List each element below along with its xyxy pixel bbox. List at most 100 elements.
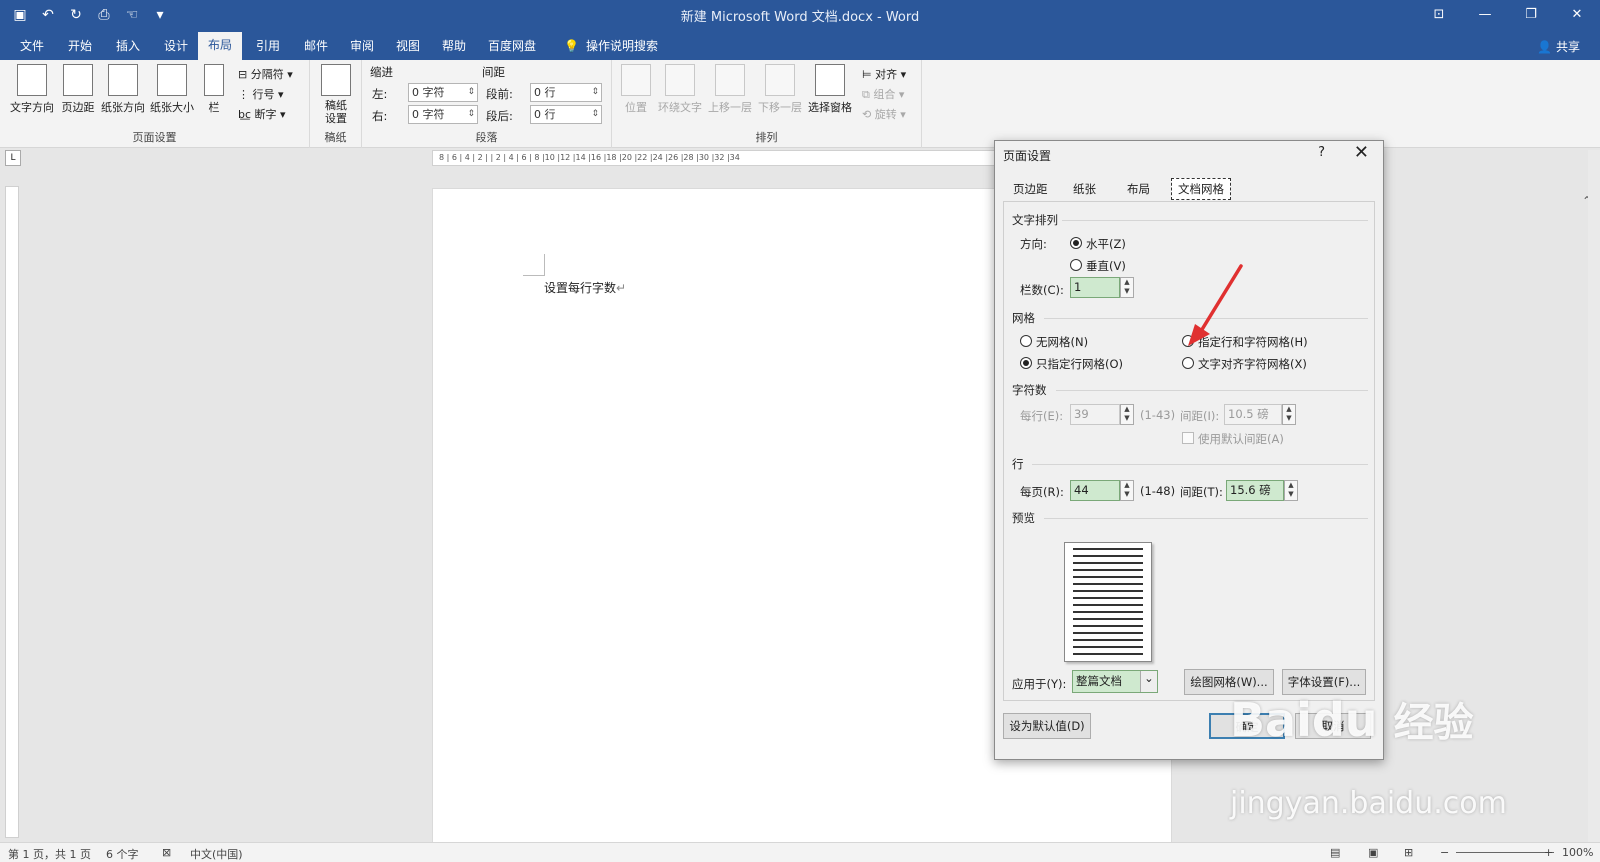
chars-title: 字符数 <box>1012 383 1047 397</box>
tab-layout-dialog[interactable]: 布局 <box>1121 179 1156 201</box>
bring-forward-button[interactable]: 上移一层 <box>706 64 754 115</box>
document-text-content: 设置每行字数 <box>544 281 617 295</box>
ribbon-display-icon[interactable]: ⊡ <box>1416 0 1462 30</box>
tab-document-grid[interactable]: 文档网格 <box>1171 178 1231 200</box>
zoom-in-icon[interactable]: + <box>1544 846 1553 859</box>
columns-button[interactable]: 栏 <box>202 64 226 115</box>
lines-only-grid-radio[interactable] <box>1020 357 1032 369</box>
margins-label: 页边距 <box>61 101 95 114</box>
no-grid-radio[interactable] <box>1020 335 1032 347</box>
lines-only-grid-label[interactable]: 只指定行网格(O) <box>1036 356 1123 372</box>
proofing-icon[interactable]: ⊠ <box>162 846 171 859</box>
apply-to-select[interactable]: 整篇文档 <box>1072 670 1158 693</box>
tab-design[interactable]: 设计 <box>160 35 192 60</box>
group-button[interactable]: ⧉ 组合 ▾ <box>862 86 904 102</box>
selection-pane-button[interactable]: 选择窗格 <box>806 64 854 115</box>
text-direction-icon <box>17 64 47 96</box>
tab-insert[interactable]: 插入 <box>112 35 144 60</box>
close-icon[interactable]: ✕ <box>1354 142 1369 163</box>
web-layout-icon[interactable]: ⊞ <box>1404 846 1413 859</box>
breaks-label: 分隔符 <box>250 68 284 81</box>
tab-view[interactable]: 视图 <box>392 35 424 60</box>
send-backward-button[interactable]: 下移一层 <box>756 64 804 115</box>
close-window-icon[interactable]: ✕ <box>1554 0 1600 30</box>
tab-references[interactable]: 引用 <box>252 35 284 60</box>
help-icon[interactable]: ? <box>1318 145 1325 160</box>
indent-label: 缩进 <box>370 65 393 79</box>
per-line-input[interactable]: 39 <box>1070 404 1120 425</box>
tab-review[interactable]: 审阅 <box>346 35 378 60</box>
divider <box>1056 390 1368 391</box>
tab-help[interactable]: 帮助 <box>438 35 470 60</box>
page-preview <box>1064 542 1152 662</box>
spacing-before-input[interactable]: 0 行 <box>530 83 602 102</box>
zoom-slider[interactable] <box>1456 852 1554 853</box>
line-pitch-input[interactable]: 15.6 磅 <box>1226 480 1284 501</box>
restore-icon[interactable]: ❐ <box>1508 0 1554 30</box>
horizontal-ruler[interactable]: 8 | 6 | 4 | 2 | | 2 | 4 | 6 | 8 |10 |12 … <box>432 150 1010 166</box>
horizontal-radio[interactable] <box>1070 237 1082 249</box>
columns-count-input[interactable]: 1 <box>1070 277 1120 298</box>
indent-right-label: 右: <box>372 109 388 123</box>
per-page-input[interactable]: 44 <box>1070 480 1120 501</box>
read-mode-icon[interactable]: ▤ <box>1330 846 1340 859</box>
rotate-button[interactable]: ⟲ 旋转 ▾ <box>862 106 906 122</box>
per-page-spinner[interactable]: ▲ ▼ <box>1120 480 1134 501</box>
tab-margins[interactable]: 页边距 <box>1007 179 1054 201</box>
word-count[interactable]: 6 个字 <box>106 846 139 862</box>
line-pitch-spinner[interactable]: ▲ ▼ <box>1284 480 1298 501</box>
tab-baidu-netdisk[interactable]: 百度网盘 <box>484 35 540 60</box>
hyphenation-button[interactable]: b͟c 断字 ▾ <box>238 106 286 122</box>
page-count[interactable]: 第 1 页，共 1 页 <box>8 846 91 862</box>
tell-me-search[interactable]: 操作说明搜索 <box>582 35 662 60</box>
manuscript-setup-button[interactable]: 稿纸 设置 <box>316 64 356 125</box>
manuscript-group: 稿纸 设置 稿纸 <box>310 60 362 148</box>
indent-right-input[interactable]: 0 字符 <box>408 105 478 124</box>
indent-left-input[interactable]: 0 字符 <box>408 83 478 102</box>
vertical-scrollbar[interactable] <box>1588 150 1600 842</box>
document-text[interactable]: 设置每行字数↵ <box>544 279 626 296</box>
size-button[interactable]: 纸张大小 <box>148 64 196 115</box>
share-button[interactable]: 👤 共享 <box>1537 38 1580 55</box>
tab-mailings[interactable]: 邮件 <box>300 35 332 60</box>
line-numbers-button[interactable]: ⋮ 行号 ▾ <box>238 86 284 102</box>
vertical-ruler[interactable] <box>5 186 19 838</box>
print-layout-icon[interactable]: ▣ <box>1368 846 1378 859</box>
position-button[interactable]: 位置 <box>618 64 654 115</box>
char-pitch-spinner[interactable]: ▲ ▼ <box>1282 404 1296 425</box>
margins-button[interactable]: 页边距 <box>58 64 98 115</box>
tab-file[interactable]: 文件 <box>16 35 48 60</box>
language-status[interactable]: 中文(中国) <box>190 846 243 862</box>
zoom-level[interactable]: 100% <box>1562 846 1593 859</box>
text-direction-label: 文字方向 <box>10 101 54 114</box>
preview-title: 预览 <box>1012 511 1035 525</box>
position-label: 位置 <box>625 101 647 114</box>
spacing-after-input[interactable]: 0 行 <box>530 105 602 124</box>
no-grid-label[interactable]: 无网格(N) <box>1036 334 1088 350</box>
horizontal-label[interactable]: 水平(Z) <box>1086 236 1126 252</box>
breaks-button[interactable]: ⊟ 分隔符 ▾ <box>238 66 293 82</box>
wrap-text-button[interactable]: 环绕文字 <box>656 64 704 115</box>
default-pitch-checkbox[interactable] <box>1182 432 1194 444</box>
paragraph-mark-icon: ↵ <box>616 281 627 295</box>
char-pitch-input[interactable]: 10.5 磅 <box>1224 404 1282 425</box>
vertical-radio[interactable] <box>1070 259 1082 271</box>
align-button[interactable]: ⊨ 对齐 ▾ <box>862 66 906 82</box>
columns-count-spinner[interactable]: ▲ ▼ <box>1120 277 1134 298</box>
tab-home[interactable]: 开始 <box>64 35 96 60</box>
annotation-arrow-icon <box>1188 264 1243 346</box>
snap-chars-grid-radio[interactable] <box>1182 357 1194 369</box>
vertical-label[interactable]: 垂直(V) <box>1086 258 1126 274</box>
snap-chars-grid-label[interactable]: 文字对齐字符网格(X) <box>1198 356 1307 372</box>
orientation-icon <box>108 64 138 96</box>
tab-layout[interactable]: 布局 <box>198 32 243 60</box>
per-line-spinner[interactable]: ▲ ▼ <box>1120 404 1134 425</box>
tab-paper[interactable]: 纸张 <box>1067 179 1102 201</box>
text-direction-button[interactable]: 文字方向 <box>8 64 56 115</box>
orientation-button[interactable]: 纸张方向 <box>100 64 146 115</box>
manuscript-label: 稿纸 <box>324 131 347 144</box>
minimize-icon[interactable]: — <box>1462 0 1508 30</box>
zoom-out-icon[interactable]: − <box>1440 846 1449 859</box>
tab-selector-icon[interactable]: L <box>5 150 21 166</box>
set-default-button[interactable]: 设为默认值(D) <box>1003 713 1091 739</box>
